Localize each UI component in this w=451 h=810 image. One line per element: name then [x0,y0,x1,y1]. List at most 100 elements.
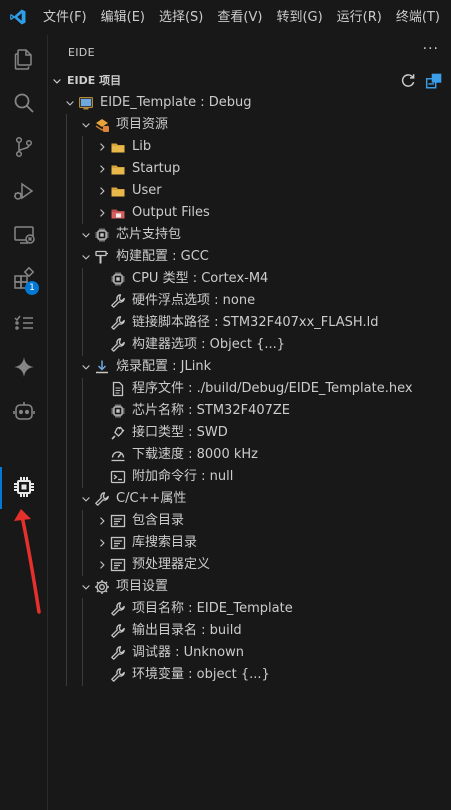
chevron-down-icon [53,79,61,84]
chevron-right-icon[interactable] [96,141,108,153]
run-debug-button[interactable] [0,169,47,213]
tree-item-label: 项目设置 [116,579,169,594]
menu-view[interactable]: 查看(V) [210,0,269,35]
tree-item-defines[interactable]: 预处理器定义 [48,554,451,576]
menu-go[interactable]: 转到(G) [269,0,329,35]
tree-item-label: 芯片名称 : STM32F407ZE [132,403,291,418]
source-control-button[interactable] [0,125,47,169]
menu-terminal[interactable]: 终端(T) [389,0,447,35]
tree-item-lib[interactable]: Lib [48,136,451,158]
tree-item-label: 硬件浮点选项 : none [132,293,256,308]
tree-item-output-files[interactable]: Output Files [48,202,451,224]
menu-run[interactable]: 运行(R) [330,0,389,35]
tree-item-project-name[interactable]: 项目名称 : EIDE_Template [48,598,451,620]
folder-icon [111,143,125,153]
tree-item-resources[interactable]: 项目资源 [48,114,451,136]
tree-item-label: 预处理器定义 [132,557,211,572]
assistant-button[interactable] [0,389,47,433]
section-title: EIDE 项目 [67,74,122,87]
gear-icon [95,580,109,594]
menu-help[interactable]: 帮 [447,0,451,35]
tree-item-lib-dirs[interactable]: 库搜索目录 [48,532,451,554]
menu-selection[interactable]: 选择(S) [152,0,210,35]
chevron-right-icon[interactable] [96,185,108,197]
tree-item-project[interactable]: EIDE_Template : Debug [48,92,451,114]
search-button[interactable] [0,81,47,125]
wrench-icon [111,624,125,638]
tree-item-linker-script[interactable]: 链接脚本路径 : STM32F407xx_FLASH.ld [48,312,451,334]
chevron-down-icon[interactable] [80,493,92,505]
tree-item-interface[interactable]: 接口类型 : SWD [48,422,451,444]
menu-edit[interactable]: 编辑(E) [94,0,152,35]
tree-item-label: 构建器选项 : Object {...} [132,337,286,352]
tree-item-program-file[interactable]: 程序文件 : ./build/Debug/EIDE_Template.hex [48,378,451,400]
tree-item-user[interactable]: User [48,180,451,202]
switch-project-icon[interactable] [425,72,443,90]
output-folder-icon [111,209,125,219]
tree-item-label: 烧录配置 : JLink [116,359,212,374]
chevron-down-icon[interactable] [80,229,92,241]
remote-explorer-icon [13,226,35,244]
chevron-right-icon[interactable] [96,207,108,219]
folder-icon [111,165,125,175]
tree-item-builder-options[interactable]: 构建器选项 : Object {...} [48,334,451,356]
refresh-icon[interactable] [399,72,417,90]
plug-icon [111,426,125,440]
section-header[interactable]: EIDE 项目 [48,70,451,92]
tree-item-env-vars[interactable]: 环境变量 : object {...} [48,664,451,686]
speed-icon [111,451,125,462]
tree-item-chip-name[interactable]: 芯片名称 : STM32F407ZE [48,400,451,422]
tree-item-flash-config[interactable]: 烧录配置 : JLink [48,356,451,378]
vscode-logo-icon[interactable] [9,8,27,26]
chevron-down-icon[interactable] [80,119,92,131]
tree-item-project-settings[interactable]: 项目设置 [48,576,451,598]
hammer-icon [95,250,108,264]
chevron-right-icon[interactable] [96,515,108,527]
testing-icon [13,315,33,330]
tree-item-label: User [132,183,162,198]
tree-item-cpu-type[interactable]: CPU 类型 : Cortex-M4 [48,268,451,290]
wrench-icon [111,316,125,330]
remote-explorer-button[interactable] [0,213,47,257]
chevron-down-icon[interactable] [80,581,92,593]
tree-item-output-dir[interactable]: 输出目录名 : build [48,620,451,642]
folder-icon [111,187,125,197]
copilot-button[interactable] [0,345,47,389]
menu-file[interactable]: 文件(F) [36,0,94,35]
resources-icon [95,119,109,132]
chip-icon [95,228,109,242]
sidebar-header: EIDE ··· [48,35,451,70]
tree-item-label: 附加命令行 : null [132,469,234,484]
chevron-down-icon[interactable] [64,97,76,109]
tree-item-label: 项目名称 : EIDE_Template [132,601,293,616]
extensions-badge: 1 [25,281,39,295]
tree-item-debugger[interactable]: 调试器 : Unknown [48,642,451,664]
tree-item-speed[interactable]: 下载速度 : 8000 kHz [48,444,451,466]
tree-item-extra-cmd[interactable]: 附加命令行 : null [48,466,451,488]
chevron-down-icon[interactable] [80,361,92,373]
tree-item-fpu[interactable]: 硬件浮点选项 : none [48,290,451,312]
tree-item-label: Output Files [132,205,210,220]
extensions-button[interactable]: 1 [0,257,47,301]
chip-icon [111,404,125,418]
chevron-right-icon[interactable] [96,559,108,571]
wrench-icon [111,294,125,308]
wrench-icon [111,668,125,682]
eide-button[interactable] [0,465,47,509]
tree-item-label: CPU 类型 : Cortex-M4 [132,271,269,286]
tree-item-startup[interactable]: Startup [48,158,451,180]
tree-item-chip-support[interactable]: 芯片支持包 [48,224,451,246]
chevron-down-icon[interactable] [80,251,92,263]
more-actions-button[interactable]: ··· [423,41,439,57]
tree-item-build-config[interactable]: 构建配置 : GCC [48,246,451,268]
tree-item-include-dirs[interactable]: 包含目录 [48,510,451,532]
files-icon [14,49,32,70]
chevron-right-icon[interactable] [96,163,108,175]
tree-item-cpp-props[interactable]: C/C++属性 [48,488,451,510]
list-icon [110,558,126,572]
chevron-right-icon[interactable] [96,537,108,549]
explorer-button[interactable] [0,37,47,81]
tree-item-label: 输出目录名 : build [132,623,242,638]
project-tree: EIDE_Template : Debug 项目资源 Lib Startup User O… [48,92,451,686]
testing-button[interactable] [0,301,47,345]
